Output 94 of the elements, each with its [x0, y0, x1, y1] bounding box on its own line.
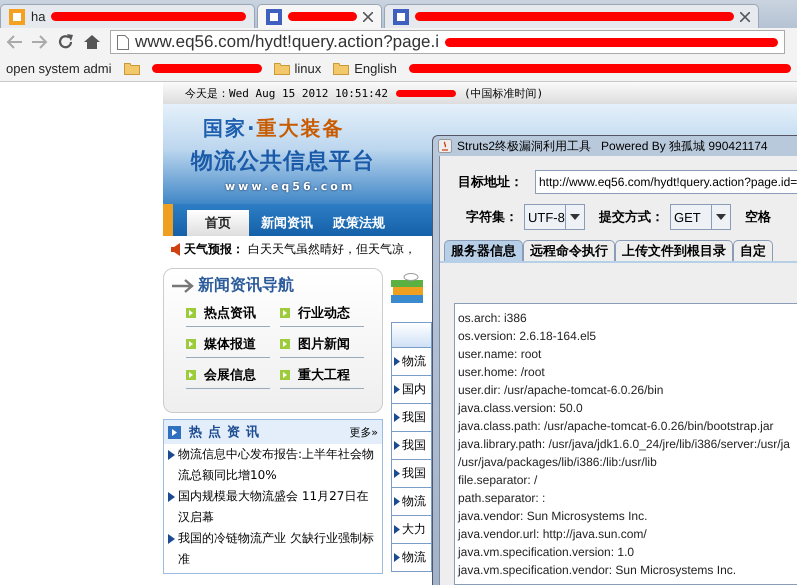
- page-icon: [266, 8, 282, 24]
- field-label: 字符集：: [466, 208, 518, 226]
- redaction-mark: [288, 12, 357, 21]
- tab-title: ha: [31, 9, 46, 24]
- news-nav-link[interactable]: 行业动态: [280, 304, 364, 327]
- bullet-icon: [168, 450, 175, 460]
- output-line: file.separator: /: [458, 472, 538, 489]
- page-icon: [9, 8, 25, 24]
- nav-tab[interactable]: 新闻资讯: [253, 210, 321, 236]
- news-link[interactable]: 物流信息中心发布报告:上半年社会物流总额同比增10%: [178, 444, 378, 486]
- output-line: path.separator: :: [458, 490, 546, 507]
- output-line: os.version: 2.6.18-164.el5: [458, 328, 598, 345]
- output-line: java.library.path: /usr/java/jdk1.6.0_24/jre/lib/i386/server:/usr/ja: [458, 436, 791, 453]
- bullet-icon: [394, 413, 400, 422]
- nav-tab[interactable]: 政策法规: [325, 210, 393, 236]
- charset-dropdown[interactable]: UTF-8: [524, 204, 585, 230]
- speaker-icon: [171, 242, 180, 256]
- logo-subtitle: 物流公共信息平台: [191, 148, 375, 176]
- bullet-icon: [280, 308, 290, 318]
- folder-icon: [333, 62, 350, 75]
- output-line: java.vendor: Sun Microsystems Inc.: [458, 508, 648, 525]
- bullet-icon: [394, 469, 400, 478]
- arrow-icon: [172, 278, 194, 292]
- bookmark[interactable]: open system admi: [6, 61, 112, 76]
- panel-title: 新闻资讯导航: [198, 275, 294, 296]
- output-line: user.dir: /usr/apache-tomcat-6.0.26/bin: [458, 382, 664, 399]
- logo-url: www.eq56.com: [225, 180, 356, 193]
- page-icon: [393, 8, 409, 24]
- news-nav-link[interactable]: 媒体报道: [186, 335, 270, 358]
- bullet-icon: [186, 339, 196, 349]
- output-line: java.class.version: 50.0: [458, 400, 584, 417]
- close-icon: [363, 12, 373, 22]
- news-nav-link[interactable]: 图片新闻: [280, 335, 364, 358]
- bullet-icon: [394, 553, 400, 562]
- forward-icon: [32, 34, 48, 50]
- folder-icon: [274, 62, 290, 75]
- bullet-icon: [186, 308, 196, 318]
- field-label: 空格: [745, 208, 771, 226]
- bullet-icon: [168, 534, 175, 544]
- back-icon: [6, 34, 22, 50]
- target-url-field[interactable]: http://www.eq56.com/hydt!query.action?page.id=: [535, 170, 797, 194]
- more-link[interactable]: 更多»: [349, 424, 378, 440]
- field-label: 目标地址：: [458, 173, 523, 191]
- home-icon: [84, 35, 100, 49]
- weather-label: 天气预报：: [184, 240, 244, 258]
- url-text: www.eq56.com/hydt!query.action?page.i: [135, 32, 439, 52]
- tab[interactable]: 自定: [733, 240, 773, 261]
- tab[interactable]: 远程命令执行: [523, 240, 615, 261]
- timezone-text: (中国标准时间): [464, 86, 544, 100]
- news-nav-link[interactable]: 重大工程: [280, 366, 364, 389]
- output-line: os.arch: i386: [458, 310, 528, 327]
- date-text: 今天是：Wed Aug 15 2012 10:51:42: [185, 86, 388, 100]
- browser-tab[interactable]: ha: [0, 4, 255, 28]
- news-link[interactable]: 我国的冷链物流产业 欠缺行业强制标准: [178, 528, 378, 570]
- bullet-icon: [280, 370, 290, 380]
- bullet-icon: [394, 441, 400, 450]
- bullet-icon: [394, 497, 400, 506]
- news-link[interactable]: 国内规模最大物流盛会 11月27日在汉启幕: [178, 486, 378, 528]
- news-nav-link[interactable]: 会展信息: [186, 366, 270, 389]
- bullet-icon: [394, 357, 400, 366]
- bullet-icon: [394, 385, 400, 394]
- output-line: java.vendor.url: http://java.sun.com/: [458, 526, 648, 543]
- bullet-icon: [394, 525, 400, 534]
- output-line: user.home: /root: [458, 364, 546, 381]
- output-line: java.class.path: /usr/apache-tomcat-6.0.26/bin/bootstrap.jar: [458, 418, 775, 435]
- browser-tab[interactable]: [257, 4, 382, 28]
- panel-title: 热点资讯: [189, 424, 266, 441]
- tab[interactable]: 服务器信息: [444, 240, 523, 261]
- news-nav-link[interactable]: 热点资讯: [186, 304, 270, 327]
- bullet-icon: [186, 370, 196, 380]
- bullet-icon: [168, 492, 175, 502]
- redaction-mark: [396, 90, 456, 96]
- arrow-box-icon: [168, 426, 181, 438]
- weather-text: 白天天气虽然晴好，但天气凉，: [248, 240, 416, 258]
- browser-tab[interactable]: [384, 4, 759, 28]
- address-bar[interactable]: www.eq56.com/hydt!query.action?page.i: [110, 30, 785, 54]
- reload-icon: [58, 34, 74, 50]
- folder-icon: [124, 62, 140, 75]
- output-line: user.name: root: [458, 346, 542, 363]
- output-line: /usr/java/packages/lib/i386:/lib:/usr/lib: [458, 454, 658, 471]
- bookmark[interactable]: linux: [274, 61, 322, 76]
- output-line: java.vm.specification.version: 1.0: [458, 544, 636, 561]
- bullet-icon: [280, 339, 290, 349]
- java-icon: [438, 139, 452, 153]
- close-icon: [740, 12, 750, 22]
- page-icon: [117, 34, 129, 50]
- logo-title: 国家·重大装备: [203, 115, 345, 142]
- field-label: 提交方式：: [599, 208, 664, 226]
- window-title: Struts2终极漏洞利用工具 Powered By 独孤城 990421174: [457, 138, 768, 154]
- method-dropdown[interactable]: GET: [670, 204, 731, 230]
- bookmark[interactable]: English: [333, 61, 397, 76]
- nav-tab[interactable]: 首页: [187, 210, 249, 236]
- output-line: java.vm.specification.vendor: Sun Microsystems Inc.: [458, 562, 738, 579]
- tab[interactable]: 上传文件到根目录: [615, 240, 733, 261]
